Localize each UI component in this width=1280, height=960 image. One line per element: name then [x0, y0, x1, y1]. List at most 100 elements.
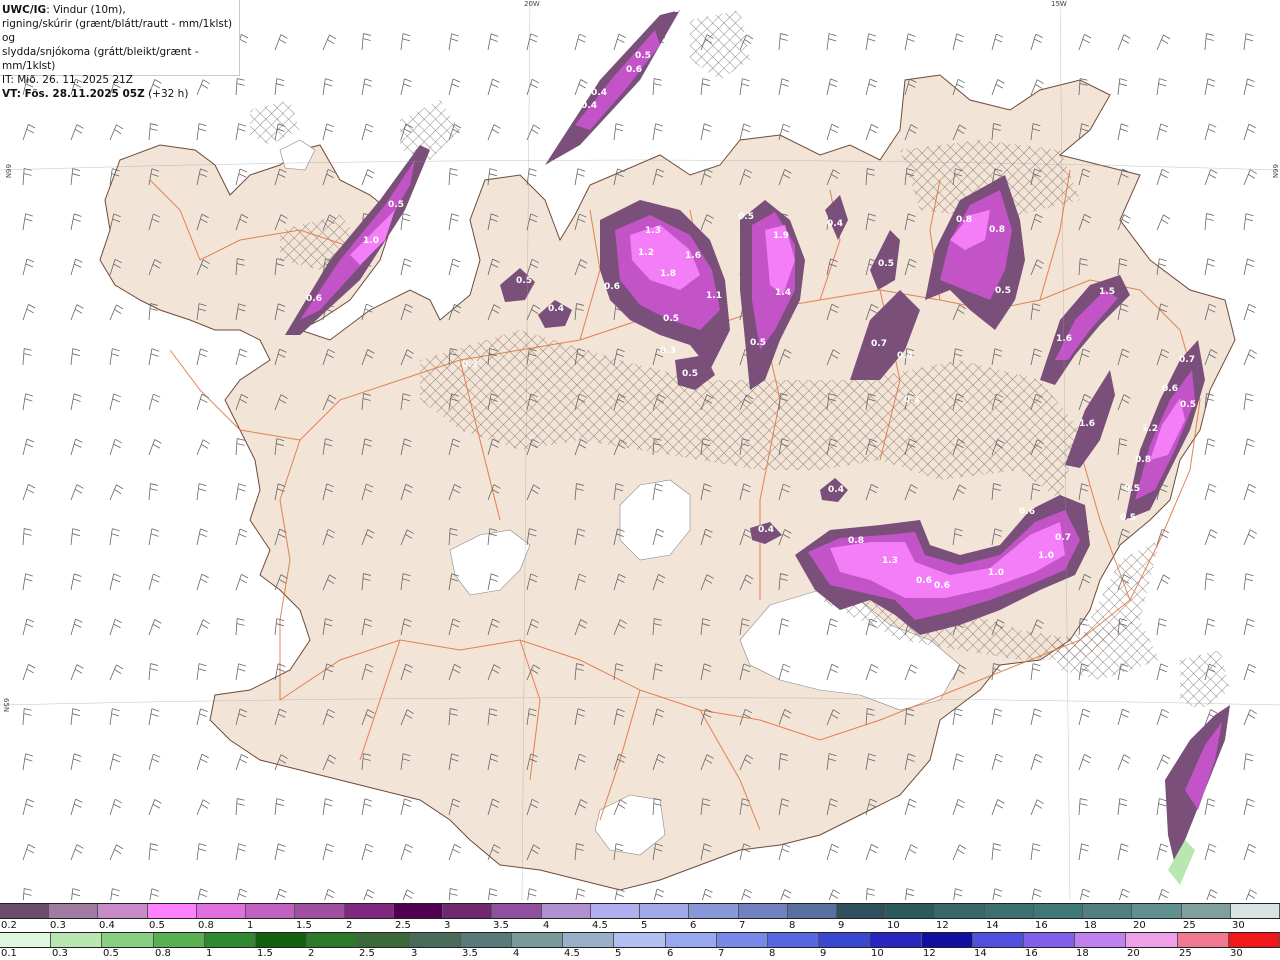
legend-swatch — [344, 904, 394, 918]
wind-barb — [22, 663, 36, 682]
wind-barb — [146, 122, 161, 141]
wind-barb — [902, 887, 917, 900]
wind-barb — [447, 32, 461, 51]
precip-value-label: 0.3 — [660, 346, 676, 356]
wind-barb — [1243, 798, 1256, 816]
wind-barb — [991, 33, 1004, 51]
wind-barb — [699, 123, 713, 141]
legend-swatch — [665, 933, 717, 947]
wind-barb — [1030, 798, 1045, 817]
wind-barb — [361, 843, 374, 861]
wind-barb — [109, 303, 124, 323]
wind-barb — [22, 798, 35, 816]
legend-swatch — [1033, 904, 1084, 918]
wind-barb — [146, 662, 161, 681]
lat-label-66n-right: 66N — [1271, 164, 1279, 179]
wind-barb — [526, 78, 540, 97]
wind-barb — [109, 663, 124, 683]
wind-barb — [487, 123, 502, 142]
wind-barb — [448, 258, 461, 276]
legend-swatch — [935, 904, 985, 918]
lat-label-65n-left: 65N — [2, 698, 10, 713]
wind-barb — [1241, 752, 1256, 771]
precip-value-label: 0.6 — [604, 282, 620, 292]
legend-label: 25 — [1179, 948, 1192, 959]
legend-swatch — [1126, 933, 1178, 947]
wind-barb — [1028, 842, 1043, 861]
wind-barb — [613, 33, 627, 51]
precip-value-label: 0.4 — [581, 101, 597, 111]
wind-barb — [196, 348, 209, 366]
wind-barb — [22, 438, 35, 456]
legend-swatch — [460, 933, 513, 947]
wind-barb — [109, 573, 122, 591]
initial-time: IT: Mið. 26. 11. 2025 21Z — [2, 74, 133, 86]
wind-barb — [1202, 212, 1217, 231]
wind-barb — [148, 438, 163, 457]
wind-barb — [989, 842, 1004, 861]
wind-barb — [826, 888, 841, 900]
wind-barb — [1243, 303, 1257, 321]
legend-label: 1.5 — [257, 948, 273, 959]
precip-value-label: 1.0 — [1038, 551, 1054, 561]
legend-label: 5 — [615, 948, 622, 959]
wind-barb — [69, 213, 83, 231]
legend-label: 4.5 — [592, 920, 608, 931]
legend-swatch — [1228, 933, 1280, 947]
wind-barb — [68, 887, 83, 900]
wind-barb — [445, 166, 461, 186]
wind-barb — [1241, 392, 1256, 411]
wind-barb — [862, 886, 878, 900]
precip-value-label: 0.4 — [548, 304, 564, 314]
wind-barb — [19, 526, 35, 546]
legend-label: 4 — [513, 948, 520, 959]
wind-barb — [1154, 617, 1169, 636]
wind-barb — [904, 798, 917, 816]
wind-barb — [360, 77, 374, 96]
wind-barb — [1156, 708, 1170, 727]
wind-barb — [235, 348, 248, 366]
legend-swatch — [256, 933, 308, 947]
wind-barb — [1030, 33, 1044, 51]
legend-label: 4.5 — [564, 948, 580, 959]
wind-barb — [272, 617, 287, 636]
legend-label: 18 — [1084, 920, 1097, 931]
legend-swatch — [307, 933, 359, 947]
legend-label: 9 — [838, 920, 845, 931]
legend-label: 2.5 — [395, 920, 411, 931]
wind-barb — [22, 123, 36, 142]
wind-barb — [234, 842, 248, 861]
legend-label: 2.5 — [359, 948, 375, 959]
wind-barb — [739, 123, 752, 141]
wind-barb — [148, 573, 161, 591]
wind-barb — [486, 33, 500, 51]
wind-barb — [148, 393, 161, 411]
wind-barb — [196, 753, 210, 771]
wind-barb — [70, 258, 83, 276]
legend-swatch — [1132, 904, 1182, 918]
legend-swatch — [98, 904, 148, 918]
wind-barb — [1204, 123, 1217, 141]
precip-value-label: 0.5 — [635, 51, 651, 61]
wind-barb — [448, 843, 462, 862]
wind-barb — [109, 843, 124, 863]
wind-barb — [698, 77, 713, 96]
precip-value-label: 0.7 — [1179, 355, 1195, 365]
precip-value-label: 0.5 — [1180, 400, 1196, 410]
wind-barb — [739, 888, 753, 900]
wind-barb — [235, 753, 249, 772]
wind-barb — [148, 798, 163, 817]
wind-barb — [1203, 257, 1217, 276]
wind-barb — [196, 888, 209, 900]
legend-label: 5 — [641, 920, 648, 931]
wind-barb — [21, 392, 35, 411]
wind-barb — [109, 798, 123, 817]
wind-barb — [19, 886, 35, 900]
wind-barb — [400, 258, 413, 276]
description-line-2: slydda/snjókoma (grátt/bleikt/grænt - mm… — [2, 46, 199, 72]
wind-barb — [322, 123, 335, 141]
wind-barb — [1243, 528, 1258, 547]
precip-value-label: 1.8 — [660, 269, 676, 279]
lon-label-20w: 20W — [524, 0, 540, 8]
wind-barb — [69, 573, 83, 591]
